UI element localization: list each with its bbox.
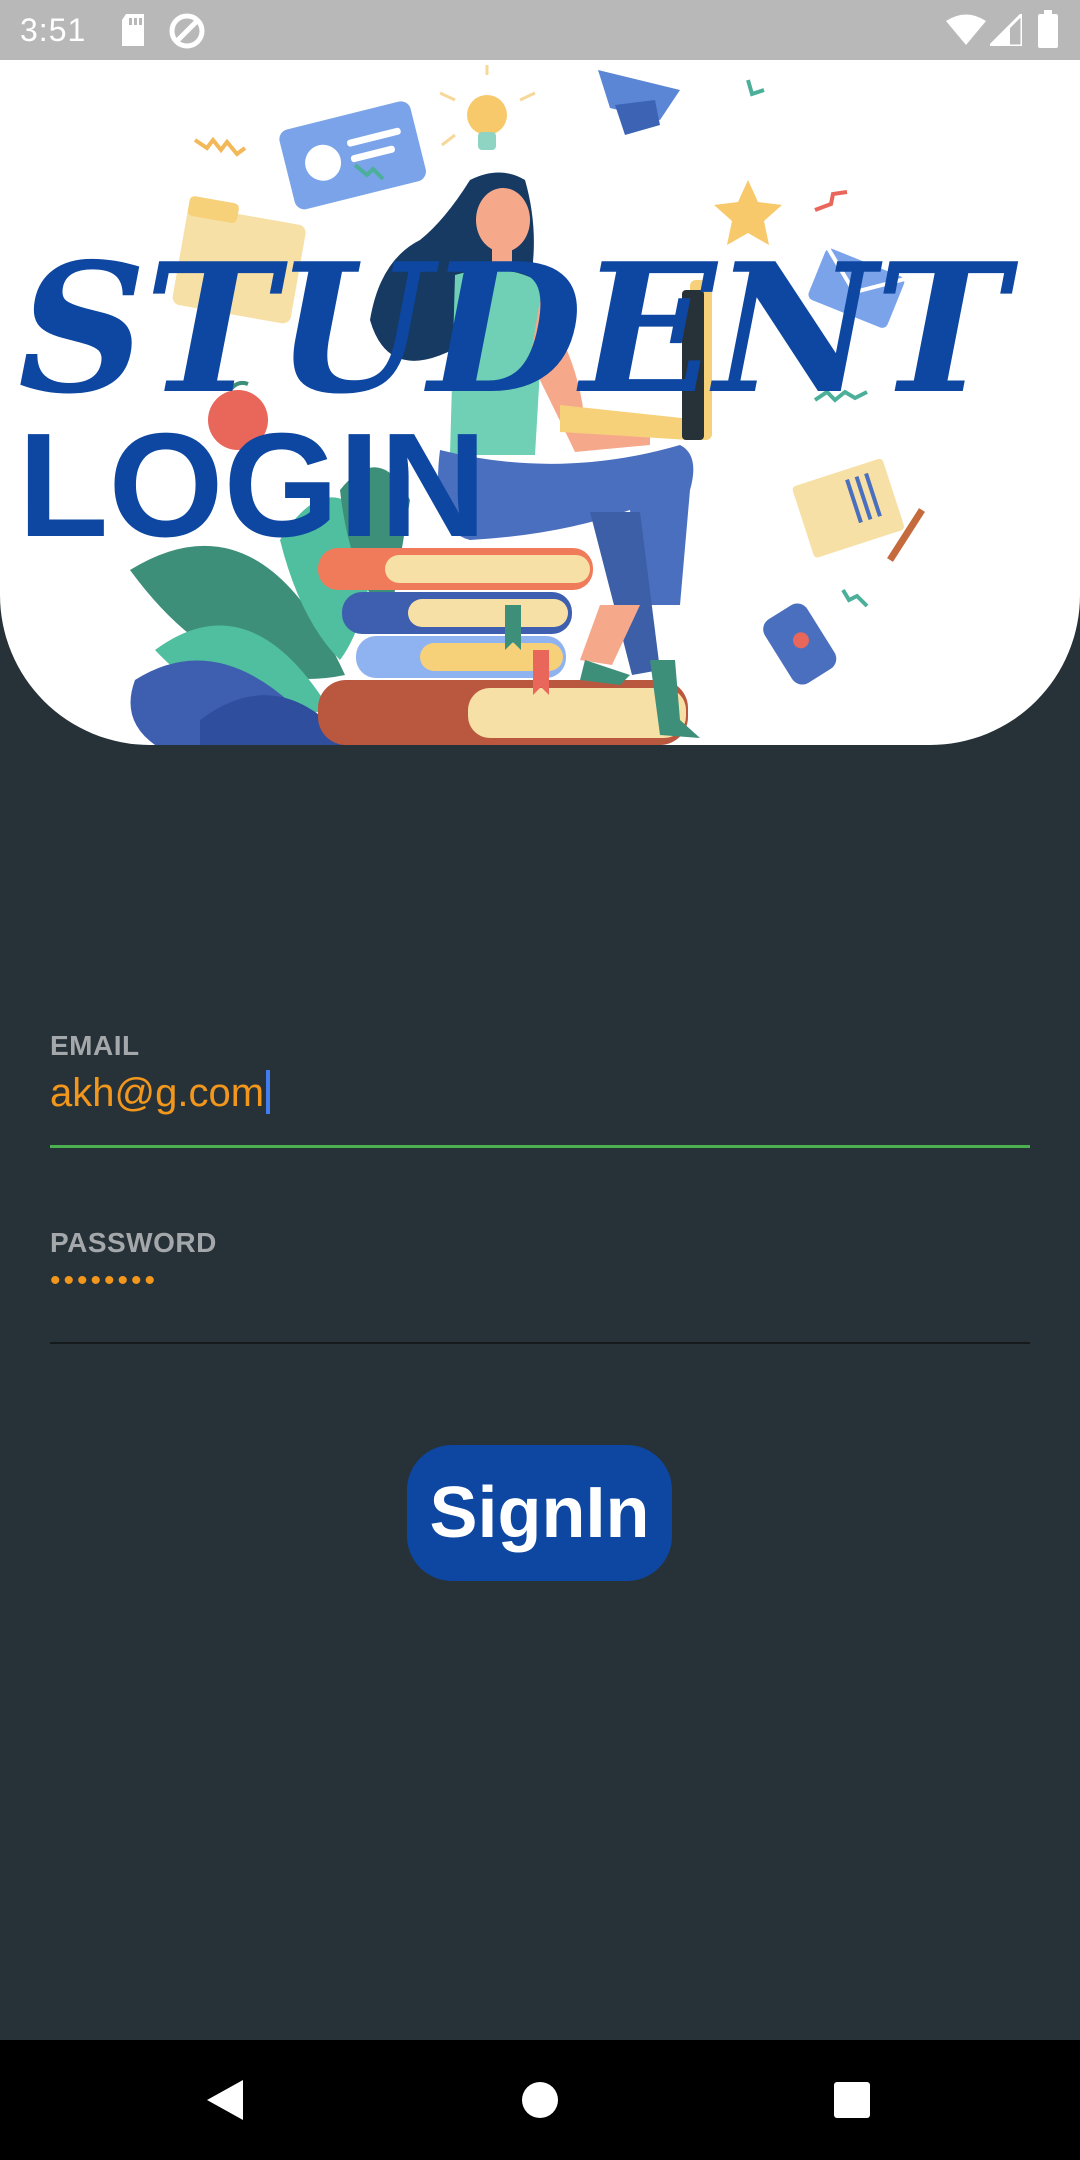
battery-icon bbox=[1038, 10, 1058, 53]
signin-button[interactable]: SignIn bbox=[407, 1445, 672, 1581]
email-label: EMAIL bbox=[50, 1030, 140, 1061]
signal-icon bbox=[986, 10, 1024, 51]
navigation-bar bbox=[0, 2040, 1080, 2160]
sd-card-icon bbox=[118, 12, 148, 53]
header-banner: STUDENT LOGIN bbox=[0, 60, 1080, 745]
password-underline bbox=[50, 1342, 1030, 1344]
back-icon[interactable] bbox=[165, 2040, 285, 2160]
email-underline bbox=[50, 1145, 1030, 1148]
data-saver-icon bbox=[168, 12, 206, 55]
text-cursor bbox=[266, 1070, 271, 1114]
title-login: LOGIN bbox=[18, 403, 487, 568]
home-icon[interactable] bbox=[480, 2040, 600, 2160]
status-time: 3:51 bbox=[20, 12, 87, 48]
recents-icon[interactable] bbox=[792, 2040, 912, 2160]
email-value: akh@g.com bbox=[50, 1071, 265, 1115]
wifi-icon bbox=[946, 14, 986, 51]
password-label: PASSWORD bbox=[50, 1227, 217, 1258]
password-field[interactable]: •••••••• bbox=[50, 1264, 158, 1298]
email-field[interactable]: akh@g.com bbox=[50, 1070, 271, 1116]
status-bar: 3:51 bbox=[0, 0, 1080, 60]
title-student: STUDENT bbox=[18, 224, 1007, 433]
